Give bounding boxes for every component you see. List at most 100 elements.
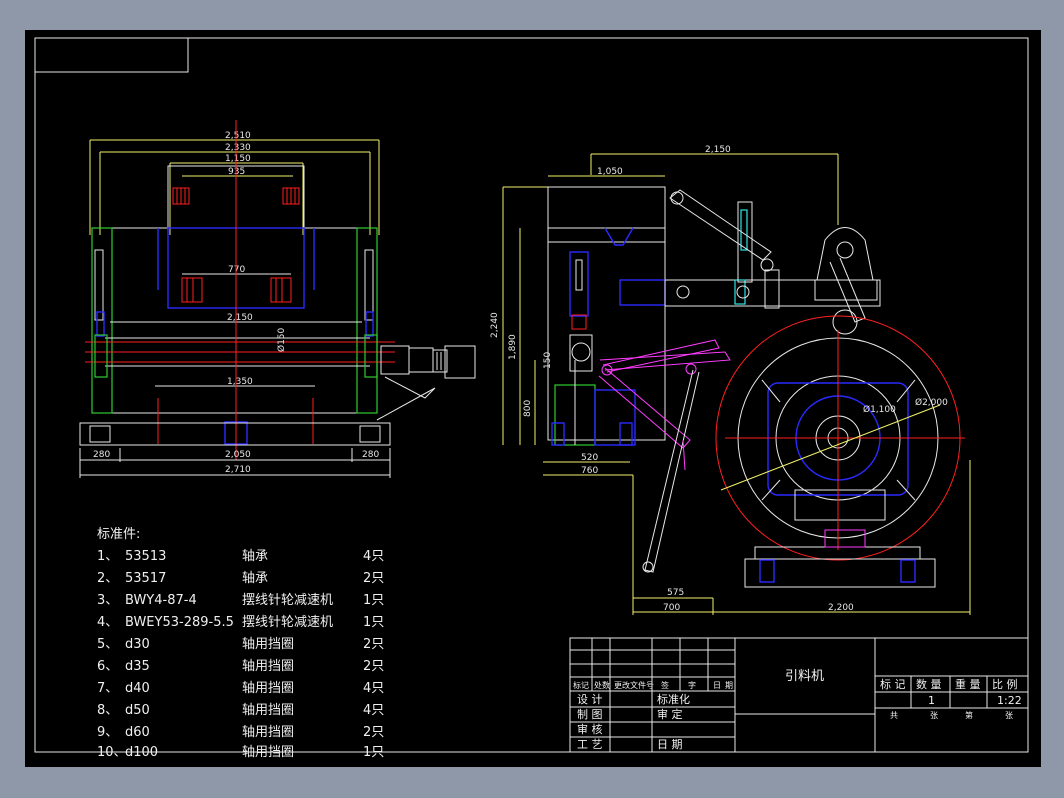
svg-text:轴承: 轴承: [242, 571, 268, 586]
svg-text:4只: 4只: [363, 549, 384, 564]
label-date: 日 期: [657, 738, 683, 751]
svg-text:1、: 1、: [97, 549, 118, 564]
svg-text:轴用挡圈: 轴用挡圈: [242, 725, 294, 740]
svg-text:轴用挡圈: 轴用挡圈: [242, 659, 294, 674]
dim-520: 520: [581, 453, 598, 463]
side-view: 2,150 1,050 2,240 1,890 150 800 Ø1,100 Ø…: [490, 145, 971, 615]
parts-list-item: 2、 53517 轴承 2只: [97, 571, 384, 586]
rev-header-sign1: 签: [661, 680, 669, 690]
label-sheets: 张: [930, 711, 938, 720]
dim-2510: 2,510: [225, 131, 251, 141]
dim-760: 760: [581, 466, 598, 476]
dim-2240: 2,240: [490, 312, 500, 338]
drawing-sheet: 2,510 2,330 1,150 935 770 2,150 Ø150 1,3…: [25, 30, 1041, 767]
corner-stamp-box: [35, 38, 189, 73]
rev-header-count: 处数: [594, 680, 610, 690]
parts-list-item: 1、 53513 轴承 4只: [97, 549, 384, 564]
svg-text:轴用挡圈: 轴用挡圈: [242, 703, 294, 718]
svg-text:摆线针轮减速机: 摆线针轮减速机: [242, 593, 333, 608]
scale-value: 1:22: [997, 694, 1022, 707]
rev-header-date2: 期: [725, 681, 733, 690]
svg-text:2只: 2只: [363, 637, 384, 652]
svg-text:d30: d30: [125, 637, 150, 652]
svg-text:5、: 5、: [97, 637, 118, 652]
svg-text:8、: 8、: [97, 703, 118, 718]
dim-280-left: 280: [93, 450, 110, 460]
rev-header-sign2: 字: [688, 680, 696, 690]
svg-text:轴用挡圈: 轴用挡圈: [242, 637, 294, 652]
dim-1890: 1,890: [508, 334, 518, 360]
svg-text:2只: 2只: [363, 571, 384, 586]
dim-1350: 1,350: [227, 377, 253, 387]
svg-text:1只: 1只: [363, 593, 384, 608]
dim-2050: 2,050: [225, 450, 251, 460]
svg-text:9、: 9、: [97, 725, 118, 740]
parts-list-item: 4、 BWEY53-289-5.5 摆线针轮减速机 1只: [97, 615, 384, 630]
svg-text:3、: 3、: [97, 593, 118, 608]
label-approve: 审 定: [657, 707, 683, 721]
dim-d1100: Ø1,100: [863, 404, 896, 415]
label-standardize: 标准化: [657, 692, 690, 706]
svg-text:2、: 2、: [97, 571, 118, 586]
svg-text:7、: 7、: [97, 681, 118, 696]
dim-280-right: 280: [362, 450, 379, 460]
label-page: 第: [965, 710, 973, 720]
label-total: 共: [890, 711, 898, 720]
rev-header-doc: 更改文件号: [614, 680, 654, 690]
svg-text:2只: 2只: [363, 725, 384, 740]
dim-150-front: Ø150: [276, 327, 287, 352]
cad-drawing: 2,510 2,330 1,150 935 770 2,150 Ø150 1,3…: [34, 37, 1029, 760]
dim-2710: 2,710: [225, 465, 251, 475]
dim-770: 770: [228, 265, 245, 275]
svg-text:轴用挡圈: 轴用挡圈: [242, 681, 294, 696]
svg-text:4只: 4只: [363, 681, 384, 696]
label-draw: 制 图: [577, 708, 603, 721]
label-check: 审 核: [577, 722, 603, 736]
parts-list-heading: 标准件:: [97, 527, 140, 542]
parts-list-item: 3、 BWY4-87-4 摆线针轮减速机 1只: [97, 593, 384, 608]
dim-935: 935: [228, 167, 245, 177]
parts-list-item: 8、 d50 轴用挡圈 4只: [97, 703, 384, 718]
svg-text:1只: 1只: [363, 745, 384, 760]
dim-575: 575: [667, 588, 684, 598]
svg-text:d40: d40: [125, 681, 150, 696]
dim-2330: 2,330: [225, 143, 251, 153]
svg-text:d35: d35: [125, 659, 150, 674]
svg-text:摆线针轮减速机: 摆线针轮减速机: [242, 615, 333, 630]
svg-text:53517: 53517: [125, 571, 166, 586]
parts-list: 标准件: 1、 53513 轴承 4只 2、 53517 轴承 2只 3、 BW…: [97, 527, 384, 760]
parts-list-item: 9、 d60 轴用挡圈 2只: [97, 725, 384, 740]
svg-text:53513: 53513: [125, 549, 166, 564]
parts-list-item: 5、 d30 轴用挡圈 2只: [97, 637, 384, 652]
label-scale: 比 例: [992, 677, 1018, 691]
svg-text:d60: d60: [125, 725, 150, 740]
svg-text:2只: 2只: [363, 659, 384, 674]
label-quantity: 数 量: [916, 678, 942, 691]
label-mark: 标 记: [880, 677, 906, 691]
dim-1150: 1,150: [225, 154, 251, 164]
rev-header-date1: 日: [713, 681, 721, 690]
label-weight: 重 量: [955, 677, 981, 691]
svg-text:6、: 6、: [97, 659, 118, 674]
svg-text:轴用挡圈: 轴用挡圈: [242, 745, 294, 760]
quantity-value: 1: [928, 694, 935, 707]
svg-text:d100: d100: [125, 745, 158, 760]
svg-text:4只: 4只: [363, 703, 384, 718]
svg-text:1只: 1只: [363, 615, 384, 630]
label-process: 工 艺: [577, 738, 603, 751]
dim-2150-front: 2,150: [227, 313, 253, 323]
dim-2150-side: 2,150: [705, 145, 731, 155]
svg-text:10、: 10、: [97, 745, 127, 760]
dim-800: 800: [523, 400, 533, 417]
front-view: 2,510 2,330 1,150 935 770 2,150 Ø150 1,3…: [79, 120, 476, 478]
dim-1050: 1,050: [597, 167, 623, 177]
label-sheet: 张: [1005, 711, 1013, 720]
dim-d2000: Ø2,000: [915, 397, 948, 408]
svg-text:BWY4-87-4: BWY4-87-4: [125, 593, 197, 608]
drawing-title: 引料机: [785, 669, 824, 684]
svg-text:BWEY53-289-5.5: BWEY53-289-5.5: [125, 615, 234, 630]
svg-text:4、: 4、: [97, 615, 118, 630]
dim-2200: 2,200: [828, 603, 854, 613]
title-block: 标记 处数 更改文件号 签 字 日 期 设 计 标准化 制 图 审 定 审 核 …: [569, 637, 1029, 753]
label-design: 设 计: [577, 693, 603, 706]
